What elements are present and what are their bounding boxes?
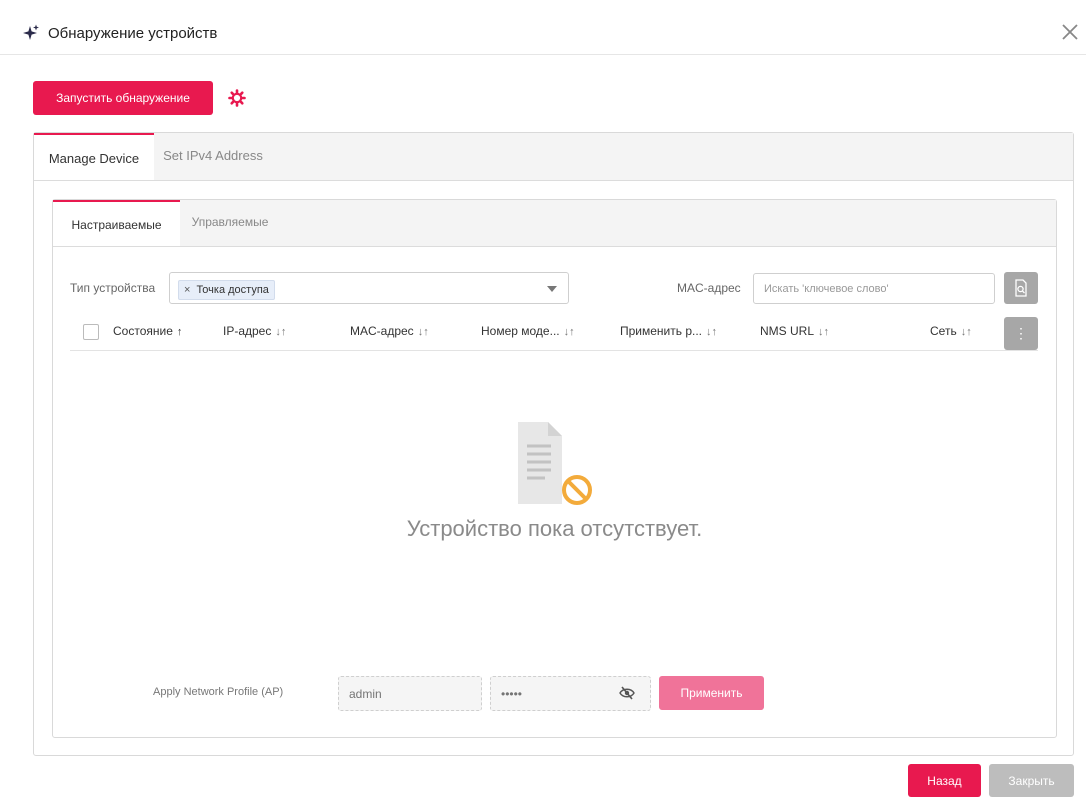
tab-label: Управляемые bbox=[191, 215, 269, 229]
sort-icon: ↓↑ bbox=[563, 326, 575, 338]
back-button[interactable]: Назад bbox=[908, 764, 981, 797]
column-label: NMS URL bbox=[760, 324, 815, 338]
dialog-header: Обнаружение устройств bbox=[0, 12, 1086, 55]
device-list-panel: Настраиваемые Управляемые Тип устройства… bbox=[52, 199, 1057, 738]
sort-icon: ↓↑ bbox=[960, 326, 972, 338]
username-input[interactable] bbox=[338, 676, 482, 711]
column-label: Сеть bbox=[930, 324, 957, 338]
sparkle-icon bbox=[23, 24, 39, 40]
tab-label: Настраиваемые bbox=[71, 218, 162, 232]
column-header-ip[interactable]: IP-адрес ↓↑ bbox=[223, 324, 286, 338]
column-label: MAC-адрес bbox=[350, 324, 414, 338]
apply-profile-label: Apply Network Profile (AP) bbox=[153, 686, 284, 698]
column-label: Номер моде... bbox=[481, 324, 560, 338]
column-label: Применить р... bbox=[620, 324, 703, 338]
eye-off-icon[interactable] bbox=[619, 686, 635, 700]
device-type-label: Тип устройства bbox=[70, 281, 156, 295]
chip-label: Точка доступа bbox=[196, 284, 269, 296]
search-filter-button[interactable] bbox=[1004, 272, 1038, 304]
device-type-chip: × Точка доступа bbox=[178, 280, 275, 300]
select-all-checkbox[interactable] bbox=[83, 324, 99, 340]
gear-icon[interactable] bbox=[228, 89, 246, 107]
column-options-button[interactable]: ⋮ bbox=[1004, 317, 1038, 350]
outer-tabbar: Manage Device Set IPv4 Address bbox=[34, 133, 1073, 181]
search-input[interactable] bbox=[753, 273, 995, 304]
chevron-down-icon bbox=[547, 286, 557, 292]
sort-asc-icon: ↑ bbox=[176, 326, 183, 338]
empty-state-text: Устройство пока отсутствует. bbox=[406, 516, 703, 541]
tab-label: Set IPv4 Address bbox=[163, 148, 263, 163]
tab-manage-device[interactable]: Manage Device bbox=[34, 133, 154, 180]
no-device-icon bbox=[518, 422, 592, 505]
column-header-mac[interactable]: MAC-адрес ↓↑ bbox=[350, 324, 429, 338]
tab-managed[interactable]: Управляемые bbox=[180, 200, 280, 246]
sort-icon: ↓↑ bbox=[417, 326, 429, 338]
device-type-select[interactable]: × Точка доступа bbox=[169, 272, 569, 304]
mac-label: MAC-адрес bbox=[677, 281, 741, 295]
close-button[interactable]: Закрыть bbox=[989, 764, 1074, 797]
sort-icon: ↓↑ bbox=[818, 326, 830, 338]
start-discovery-button[interactable]: Запустить обнаружение bbox=[33, 81, 213, 115]
column-header-apply[interactable]: Применить р... ↓↑ bbox=[620, 324, 717, 338]
column-header-network[interactable]: Сеть ↓↑ bbox=[930, 324, 972, 338]
more-vertical-icon: ⋮ bbox=[1014, 325, 1028, 341]
chip-remove-icon[interactable]: × bbox=[184, 284, 190, 296]
tab-set-ipv4[interactable]: Set IPv4 Address bbox=[154, 133, 272, 180]
sort-icon: ↓↑ bbox=[275, 326, 287, 338]
table-header-divider bbox=[70, 350, 1038, 351]
apply-button[interactable]: Применить bbox=[659, 676, 764, 710]
column-header-status[interactable]: Состояние ↑ bbox=[113, 324, 182, 338]
password-field[interactable] bbox=[490, 676, 651, 711]
close-icon[interactable] bbox=[1058, 20, 1082, 44]
document-search-icon bbox=[1015, 279, 1027, 297]
dialog-title: Обнаружение устройств bbox=[48, 25, 218, 42]
sort-icon: ↓↑ bbox=[706, 326, 718, 338]
tab-label: Manage Device bbox=[48, 151, 140, 166]
manage-panel: Manage Device Set IPv4 Address Настраива… bbox=[33, 132, 1074, 756]
column-label: IP-адрес bbox=[223, 324, 272, 338]
tab-configurable[interactable]: Настраиваемые bbox=[53, 200, 180, 246]
column-header-model[interactable]: Номер моде... ↓↑ bbox=[481, 324, 575, 338]
column-label: Состояние bbox=[113, 324, 173, 338]
column-header-nms-url[interactable]: NMS URL ↓↑ bbox=[760, 324, 829, 338]
inner-tabbar: Настраиваемые Управляемые bbox=[53, 200, 1056, 247]
